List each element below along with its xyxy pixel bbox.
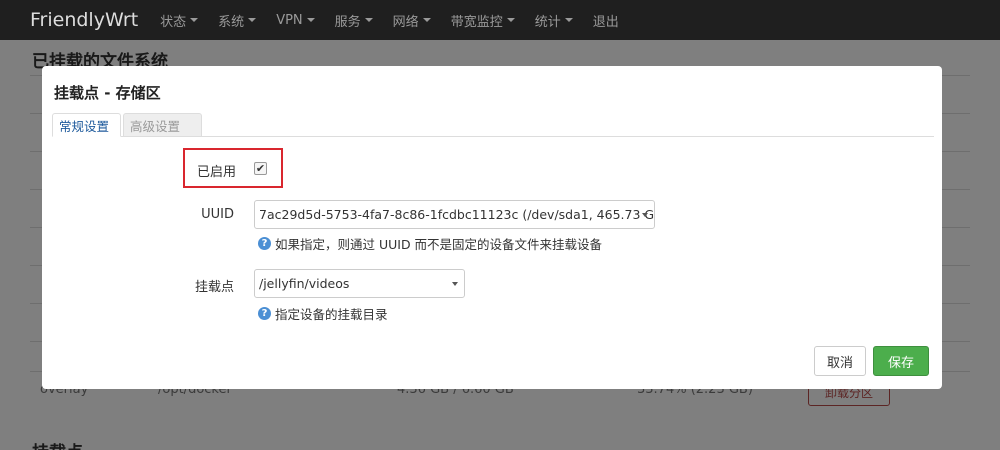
uuid-select[interactable]: 7ac29d5d-5753-4fa7-8c86-1fcdbc11123c (/d…: [254, 200, 655, 229]
nav-item-system[interactable]: 系统: [218, 11, 257, 30]
caret-down-icon: [306, 18, 315, 22]
nav-item-status[interactable]: 状态: [160, 11, 199, 30]
help-icon: ?: [258, 237, 271, 250]
nav-item-bandwidth[interactable]: 带宽监控: [451, 11, 515, 30]
uuid-help-text: 如果指定，则通过 UUID 而不是固定的设备文件来挂载设备: [275, 237, 603, 252]
caret-down-icon: [564, 18, 573, 22]
caret-down-icon: [248, 18, 257, 22]
tab-general-settings[interactable]: 常规设置: [52, 113, 121, 137]
caret-down-icon: [422, 18, 431, 22]
dialog-tabs: 常规设置 高级设置: [52, 113, 934, 137]
nav-item-logout[interactable]: 退出: [593, 11, 619, 30]
uuid-help: ? 如果指定，则通过 UUID 而不是固定的设备文件来挂载设备: [258, 234, 602, 253]
enabled-checkbox[interactable]: ✔: [254, 162, 267, 175]
chevron-down-icon: [452, 282, 458, 286]
nav-item-network[interactable]: 网络: [393, 11, 431, 30]
caret-down-icon: [506, 18, 515, 22]
top-navbar: FriendlyWrt 状态 系统 VPN 服务 网络 带宽监控 统计 退出: [0, 0, 1000, 40]
caret-down-icon: [364, 18, 373, 22]
help-icon: ?: [258, 307, 271, 320]
caret-down-icon: [190, 18, 199, 22]
nav-item-vpn[interactable]: VPN: [276, 13, 315, 28]
checkmark-icon: ✔: [255, 162, 266, 175]
uuid-label: UUID: [201, 207, 234, 222]
tab-advanced-settings[interactable]: 高级设置: [123, 113, 202, 137]
uuid-select-value: 7ac29d5d-5753-4fa7-8c86-1fcdbc11123c (/d…: [259, 207, 655, 222]
dialog-title: 挂载点 - 存储区: [54, 84, 161, 102]
mountpoint-select[interactable]: /jellyfin/videos: [254, 269, 465, 298]
mount-point-dialog: 挂载点 - 存储区 常规设置 高级设置 已启用 ✔ UUID 7ac29d5d-…: [42, 66, 942, 389]
mountpoint-label: 挂载点: [194, 280, 234, 295]
mountpoint-select-value: /jellyfin/videos: [259, 276, 350, 291]
nav-item-services[interactable]: 服务: [335, 11, 373, 30]
brand-logo[interactable]: FriendlyWrt: [30, 9, 138, 31]
chevron-down-icon: [642, 213, 648, 217]
nav-item-statistics[interactable]: 统计: [535, 11, 573, 30]
save-button[interactable]: 保存: [873, 346, 929, 376]
mountpoint-help-text: 指定设备的挂载目录: [275, 307, 388, 322]
mountpoint-help: ? 指定设备的挂载目录: [258, 304, 388, 323]
cancel-button[interactable]: 取消: [814, 346, 866, 376]
enabled-label: 已启用: [196, 165, 236, 180]
